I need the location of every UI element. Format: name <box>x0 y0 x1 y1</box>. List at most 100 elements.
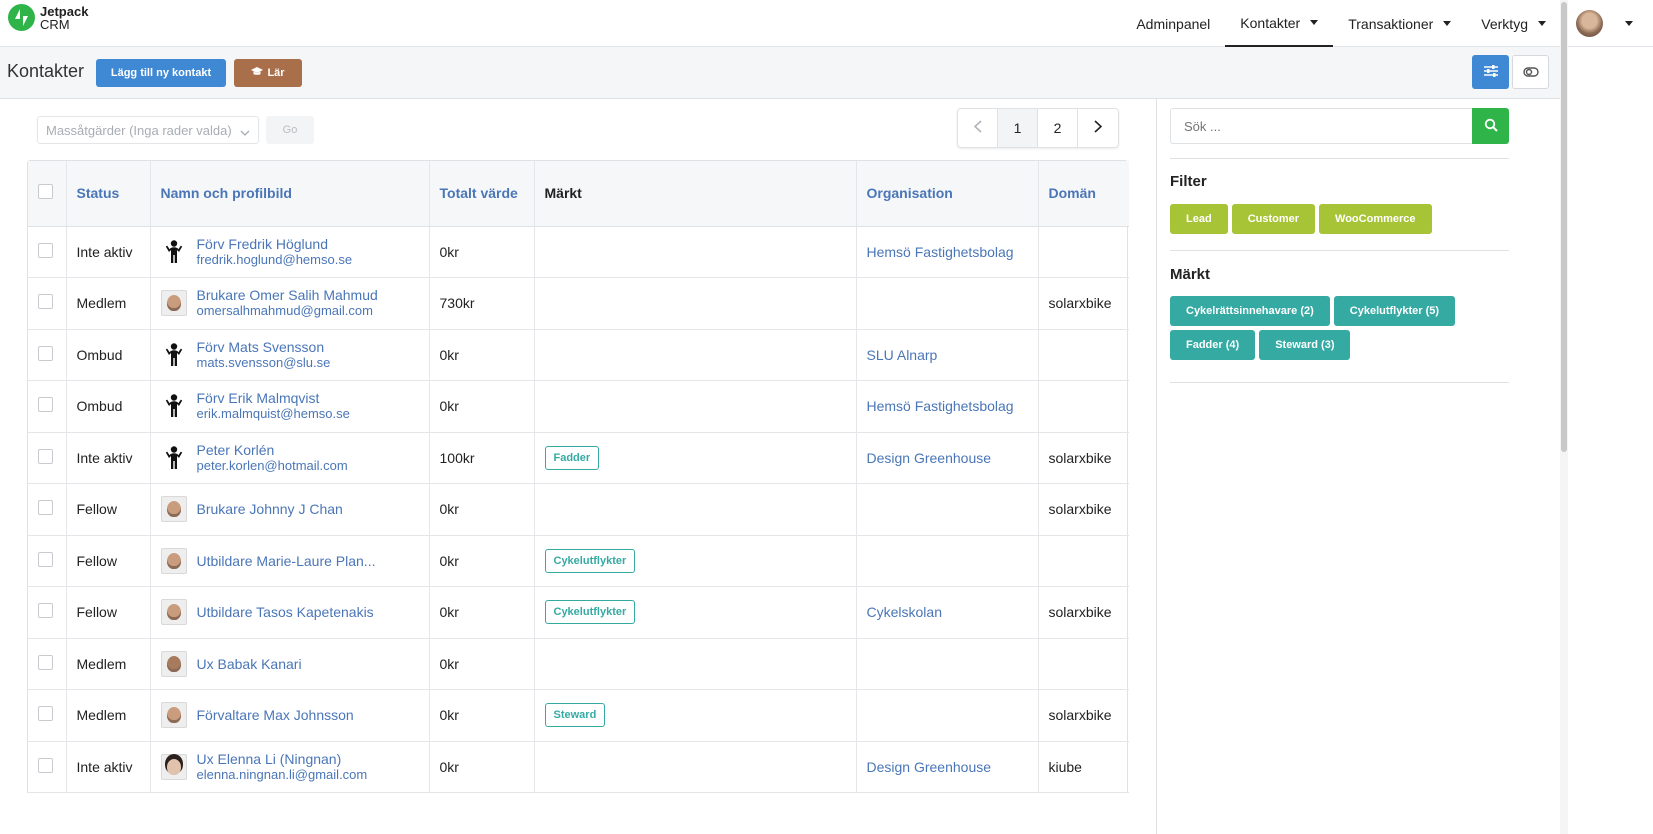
table-row[interactable]: Fellow Brukare Johnny J Chan 0kr solarxbike <box>28 483 1129 536</box>
contact-name-link[interactable]: Brukare Omer Salih Mahmud <box>197 287 378 303</box>
person-icon <box>161 342 187 368</box>
next-page-button[interactable] <box>1078 109 1118 147</box>
status-cell: Fellow <box>66 586 151 639</box>
contact-name-link[interactable]: Förv Erik Malmqvist <box>197 390 350 406</box>
organisation-link[interactable]: Hemsö Fastighetsbolag <box>867 398 1014 414</box>
table-row[interactable]: Ombud Förv Mats Svensson mats.svensson@slu… <box>28 329 1129 381</box>
jetpack-crm-logo[interactable]: Jetpack CRM <box>8 4 88 31</box>
search-input[interactable] <box>1170 108 1472 144</box>
contact-name-link[interactable]: Förv Mats Svensson <box>197 339 331 355</box>
graduation-cap-icon <box>251 66 264 80</box>
table-row[interactable]: Ombud Förv Erik Malmqvist erik.malmquist@h… <box>28 380 1129 433</box>
organisation-link[interactable]: Cykelskolan <box>867 604 942 620</box>
go-button[interactable]: Go <box>266 116 314 144</box>
status-cell: Inte aktiv <box>66 226 151 278</box>
row-checkbox[interactable] <box>38 294 53 310</box>
row-checkbox[interactable] <box>38 551 53 567</box>
table-row[interactable]: Fellow Utbildare Marie-Laure Plan... 0kr Cy… <box>28 535 1129 587</box>
row-checkbox[interactable] <box>38 397 53 413</box>
search-button[interactable] <box>1472 108 1509 144</box>
tag-filter-chip[interactable]: Cykelutflykter (5) <box>1333 296 1456 326</box>
nav-item-3[interactable]: Verktyg <box>1466 0 1561 47</box>
settings-sliders-button[interactable] <box>1472 55 1509 89</box>
bulk-actions-placeholder: Massåtgärder (Inga rader valda) <box>46 123 232 138</box>
column-header-domain[interactable]: Domän <box>1038 161 1129 227</box>
organisation-link[interactable]: Design Greenhouse <box>867 450 992 466</box>
contact-email[interactable]: fredrik.hoglund@hemso.se <box>197 252 353 268</box>
table-row[interactable]: Inte aktiv Förv Fredrik Höglund fredrik.ho… <box>28 226 1129 278</box>
tag-badge[interactable]: Fadder <box>544 445 600 470</box>
tag-badge[interactable]: Steward <box>544 703 606 728</box>
divider <box>1170 382 1509 383</box>
add-contact-button[interactable]: Lägg till ny kontakt <box>96 59 226 87</box>
tagged-cell <box>534 226 857 278</box>
avatar <box>160 599 187 626</box>
contact-name-link[interactable]: Förvaltare Max Johnsson <box>197 707 354 723</box>
table-row[interactable]: Inte aktiv Ux Elenna Li (Ningnan) elenna.n… <box>28 741 1129 793</box>
contact-name-link[interactable]: Peter Korlén <box>197 442 348 458</box>
filter-chip-woocommerce[interactable]: WooCommerce <box>1319 204 1432 234</box>
table-row[interactable]: Inte aktiv Peter Korlén peter.korlen@hotma… <box>28 432 1129 484</box>
prev-page-button[interactable] <box>958 109 998 147</box>
organisation-link[interactable]: Design Greenhouse <box>867 759 992 775</box>
page-2-button[interactable]: 2 <box>1038 109 1078 147</box>
organisation-link[interactable]: SLU Alnarp <box>867 347 938 363</box>
contact-name-link[interactable]: Utbildare Tasos Kapetenakis <box>197 604 374 620</box>
organisation-link[interactable]: Hemsö Fastighetsbolag <box>867 244 1014 260</box>
bulk-actions-select[interactable]: Massåtgärder (Inga rader valda) <box>37 116 259 144</box>
contact-name-link[interactable]: Utbildare Marie-Laure Plan... <box>197 553 376 569</box>
column-header-name[interactable]: Namn och profilbild <box>150 161 430 227</box>
row-checkbox[interactable] <box>38 500 53 516</box>
contact-email[interactable]: omersalhmahmud@gmail.com <box>197 303 378 319</box>
page-1-button[interactable]: 1 <box>998 109 1038 147</box>
filter-title: Filter <box>1170 173 1207 190</box>
filter-chip-lead[interactable]: Lead <box>1170 204 1228 234</box>
row-checkbox[interactable] <box>38 242 53 258</box>
tag-filter-chip[interactable]: Fadder (4) <box>1170 330 1256 360</box>
tagged-cell <box>534 380 857 433</box>
nav-item-0[interactable]: Adminpanel <box>1121 0 1225 47</box>
tag-badge[interactable]: Cykelutflykter <box>544 600 636 625</box>
contact-name-link[interactable]: Brukare Johnny J Chan <box>197 501 343 517</box>
row-checkbox[interactable] <box>38 345 53 361</box>
column-header-organisation[interactable]: Organisation <box>856 161 1039 227</box>
tagged-cell <box>534 277 857 330</box>
status-cell: Medlem <box>66 277 151 330</box>
user-menu[interactable] <box>1561 0 1653 47</box>
row-checkbox[interactable] <box>38 757 53 773</box>
learn-button[interactable]: Lär <box>234 59 302 87</box>
nav-item-1[interactable]: Kontakter <box>1225 0 1334 47</box>
column-header-total-value[interactable]: Totalt värde <box>429 161 535 227</box>
row-checkbox[interactable] <box>38 603 53 619</box>
avatar <box>160 290 187 317</box>
contact-email[interactable]: erik.malmquist@hemso.se <box>197 406 350 422</box>
table-row[interactable]: Fellow Utbildare Tasos Kapetenakis 0kr Cyke… <box>28 586 1129 639</box>
tag-filter-chip[interactable]: Steward (3) <box>1259 330 1351 360</box>
row-checkbox[interactable] <box>38 706 53 722</box>
tagged-cell <box>534 483 857 536</box>
tag-filter-chip[interactable]: Cykelrättsinnehavare (2) <box>1170 296 1330 326</box>
select-all-checkbox[interactable] <box>38 184 53 200</box>
column-header-status[interactable]: Status <box>66 161 151 227</box>
contact-email[interactable]: elenna.ningnan.li@gmail.com <box>197 767 368 783</box>
toggle-view-button[interactable] <box>1512 55 1549 89</box>
table-row[interactable]: Medlem Förvaltare Max Johnsson 0kr Steward s… <box>28 689 1129 742</box>
row-checkbox[interactable] <box>38 448 53 464</box>
contact-name-link[interactable]: Förv Fredrik Höglund <box>197 236 353 252</box>
scrollbar-thumb[interactable] <box>1561 2 1567 452</box>
nav-item-label: Verktyg <box>1481 15 1528 32</box>
contacts-table: Status Namn och profilbild Totalt värde … <box>27 160 1129 793</box>
organisation-cell: Design Greenhouse <box>856 432 1039 484</box>
tagged-cell: Steward <box>534 689 857 742</box>
contact-email[interactable]: peter.korlen@hotmail.com <box>197 458 348 474</box>
nav-item-2[interactable]: Transaktioner <box>1333 0 1466 47</box>
row-checkbox[interactable] <box>38 654 53 670</box>
tag-badge[interactable]: Cykelutflykter <box>544 548 636 573</box>
table-row[interactable]: Medlem Brukare Omer Salih Mahmud omersalhm… <box>28 277 1129 330</box>
contact-name-link[interactable]: Ux Elenna Li (Ningnan) <box>197 751 368 767</box>
filter-chip-customer[interactable]: Customer <box>1231 204 1316 234</box>
table-row[interactable]: Medlem Ux Babak Kanari 0kr <box>28 638 1129 690</box>
contact-email[interactable]: mats.svensson@slu.se <box>197 355 331 371</box>
page-scrollbar[interactable] <box>1560 0 1568 834</box>
contact-name-link[interactable]: Ux Babak Kanari <box>197 656 302 672</box>
